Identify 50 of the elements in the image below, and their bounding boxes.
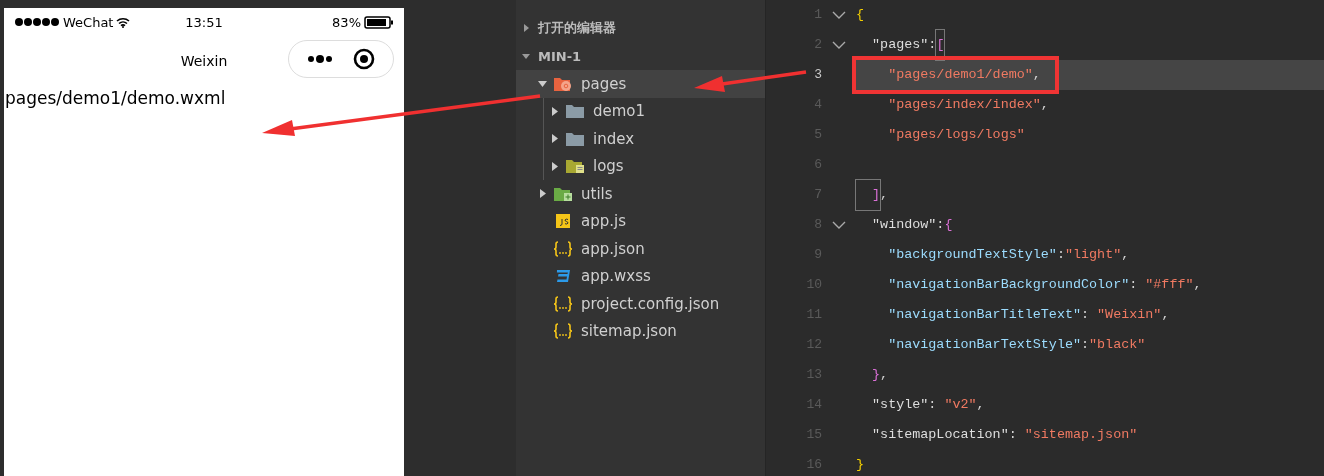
page-text: pages/demo1/demo.wxml xyxy=(4,87,227,110)
folder-icon xyxy=(553,75,573,92)
code-text: "window":{ xyxy=(871,216,954,234)
code-text: ], xyxy=(852,176,907,214)
folder-icon xyxy=(565,130,585,147)
more-icon[interactable] xyxy=(307,54,333,64)
code-text: "navigationBarBackgroundColor": "#fff", xyxy=(887,276,1203,294)
file-tree-item[interactable]: project.config.json xyxy=(516,290,765,318)
status-time: 13:51 xyxy=(185,14,223,30)
fold-chevron-icon[interactable] xyxy=(832,221,846,229)
code-text: "backgroundTextStyle":"light", xyxy=(887,246,1131,264)
fold-chevron-icon[interactable] xyxy=(832,11,846,19)
file-tree-item[interactable]: app.json xyxy=(516,235,765,263)
code-text: "sitemapLocation": "sitemap.json" xyxy=(871,426,1139,444)
code-text: "navigationBarTextStyle":"black" xyxy=(887,336,1147,354)
folder-icon xyxy=(565,158,585,175)
explorer-section-header[interactable]: MIN-1 xyxy=(516,42,765,70)
code-text: "pages/index/index", xyxy=(887,96,1050,114)
battery-icon xyxy=(364,15,394,29)
braces-icon xyxy=(553,295,573,312)
code-text: "pages/logs/logs" xyxy=(887,126,1026,144)
code-text: "style": "v2", xyxy=(871,396,986,414)
capsule-button[interactable] xyxy=(288,40,394,78)
braces-icon xyxy=(553,323,573,340)
file-tree-item[interactable]: pages xyxy=(516,70,765,98)
code-text: } xyxy=(855,456,866,474)
file-tree-item[interactable]: utils xyxy=(516,180,765,208)
file-tree-item[interactable]: app.wxss xyxy=(516,262,765,290)
folder-icon xyxy=(565,103,585,120)
signal-icon xyxy=(14,17,60,27)
code-text: }, xyxy=(871,366,890,384)
nav-title: Weixin xyxy=(180,53,228,69)
carrier-label: WeChat xyxy=(63,14,114,30)
wifi-icon xyxy=(116,16,131,28)
explorer-section-header[interactable]: 打开的编辑器 xyxy=(516,14,765,42)
close-target-icon[interactable] xyxy=(353,48,375,70)
line-number: 3 xyxy=(813,66,822,84)
folder-icon xyxy=(553,185,573,202)
fold-chevron-icon[interactable] xyxy=(832,41,846,49)
code-text: "navigationBarTitleText": "Weixin", xyxy=(887,306,1171,324)
braces-icon xyxy=(553,240,573,257)
file-tree-item[interactable]: app.js xyxy=(516,207,765,235)
battery-percent: 83% xyxy=(332,14,361,30)
js-file-icon xyxy=(553,213,573,230)
code-text: { xyxy=(855,6,866,24)
code-text: "pages/demo1/demo", xyxy=(852,56,1059,94)
file-tree-item[interactable]: index xyxy=(516,125,765,153)
file-tree-item[interactable]: logs xyxy=(516,152,765,180)
file-tree-item[interactable]: sitemap.json xyxy=(516,317,765,345)
file-tree-item[interactable]: demo1 xyxy=(516,97,765,125)
